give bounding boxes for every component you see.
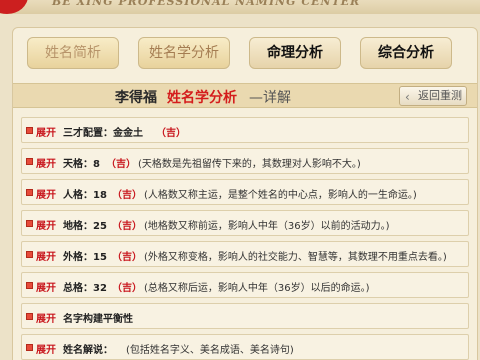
row-label: 姓名解说： bbox=[63, 345, 113, 356]
luck-badge: （吉） bbox=[112, 283, 142, 294]
luck-badge: （吉） bbox=[156, 128, 186, 139]
row-label: 总格：32 bbox=[63, 283, 107, 294]
row-description: (天格数是先祖留传下来的，其数理对人影响不大。) bbox=[138, 159, 361, 170]
luck-badge: （吉） bbox=[112, 221, 142, 232]
title-suffix: —详解 bbox=[249, 90, 291, 106]
detail-row-balance[interactable]: 展开 名字构建平衡性 bbox=[21, 303, 469, 329]
expand-square-icon bbox=[26, 189, 33, 196]
expand-link[interactable]: 展开 bbox=[36, 124, 56, 139]
expand-square-icon bbox=[26, 158, 33, 165]
back-retest-label: 返回重测 bbox=[418, 89, 462, 102]
detail-row-tiange[interactable]: 展开 天格：8 （吉） (天格数是先祖留传下来的，其数理对人影响不大。) bbox=[21, 148, 469, 174]
banner-text: BE XING PROFESSIONAL NAMING CENTER bbox=[52, 0, 361, 8]
row-label: 天格：8 bbox=[63, 159, 100, 170]
section-title-bar: 李得福 姓名学分析 —详解 ‹ 返回重测 bbox=[13, 83, 477, 108]
row-label: 地格：25 bbox=[63, 221, 107, 232]
luck-badge: （吉） bbox=[106, 159, 136, 170]
row-description: (包括姓名字义、美名成语、美名诗句) bbox=[126, 345, 294, 356]
expand-link[interactable]: 展开 bbox=[36, 186, 56, 201]
expand-link[interactable]: 展开 bbox=[36, 279, 56, 294]
expand-link[interactable]: 展开 bbox=[36, 155, 56, 170]
detail-row-explanation[interactable]: 展开 姓名解说： (包括姓名字义、美名成语、美名诗句) bbox=[21, 334, 469, 360]
expand-square-icon bbox=[26, 127, 33, 134]
expand-square-icon bbox=[26, 251, 33, 258]
tab-name-analysis[interactable]: 姓名学分析 bbox=[138, 37, 230, 69]
expand-link[interactable]: 展开 bbox=[36, 248, 56, 263]
row-description: (地格数又称前运，影响人中年（36岁）以前的活动力。) bbox=[144, 221, 390, 232]
detail-row-zongge[interactable]: 展开 总格：32 （吉） (总格又称后运，影响人中年（36岁）以后的命运。) bbox=[21, 272, 469, 298]
expand-square-icon bbox=[26, 282, 33, 289]
tab-comprehensive-analysis[interactable]: 综合分析 bbox=[360, 37, 452, 69]
luck-badge: （吉） bbox=[112, 252, 142, 263]
tab-fate-analysis[interactable]: 命理分析 bbox=[249, 37, 341, 69]
detail-row-renge[interactable]: 展开 人格：18 （吉） (人格数又称主运，是整个姓名的中心点，影响人的一生命运… bbox=[21, 179, 469, 205]
row-description: (外格又称变格，影响人的社交能力、智慧等，其数理不用重点去看。) bbox=[144, 252, 447, 263]
chevron-left-icon: ‹ bbox=[405, 90, 410, 104]
row-description: (总格又称后运，影响人中年（36岁）以后的命运。) bbox=[144, 283, 370, 294]
expand-link[interactable]: 展开 bbox=[36, 341, 56, 356]
person-name: 李得福 bbox=[115, 90, 157, 106]
top-banner: BE XING PROFESSIONAL NAMING CENTER bbox=[0, 0, 480, 14]
main-panel: 姓名简析 姓名学分析 命理分析 综合分析 李得福 姓名学分析 —详解 ‹ 返回重… bbox=[12, 27, 478, 360]
expand-square-icon bbox=[26, 220, 33, 227]
analysis-title: 姓名学分析 bbox=[167, 90, 237, 106]
expand-link[interactable]: 展开 bbox=[36, 310, 56, 325]
detail-row-sancai[interactable]: 展开 三才配置：金金土 （吉） bbox=[21, 117, 469, 143]
row-label: 外格：15 bbox=[63, 252, 107, 263]
detail-row-dige[interactable]: 展开 地格：25 （吉） (地格数又称前运，影响人中年（36岁）以前的活动力。) bbox=[21, 210, 469, 236]
row-description: (人格数又称主运，是整个姓名的中心点，影响人的一生命运。) bbox=[144, 190, 417, 201]
detail-row-waige[interactable]: 展开 外格：15 （吉） (外格又称变格，影响人的社交能力、智慧等，其数理不用重… bbox=[21, 241, 469, 267]
logo-icon bbox=[0, 0, 28, 14]
row-label: 三才配置：金金土 bbox=[63, 128, 143, 139]
tab-name-brief[interactable]: 姓名简析 bbox=[27, 37, 119, 69]
expand-link[interactable]: 展开 bbox=[36, 217, 56, 232]
row-label: 名字构建平衡性 bbox=[63, 314, 133, 325]
luck-badge: （吉） bbox=[112, 190, 142, 201]
back-retest-button[interactable]: ‹ 返回重测 bbox=[399, 86, 467, 106]
row-label: 人格：18 bbox=[63, 190, 107, 201]
expand-square-icon bbox=[26, 344, 33, 351]
expand-square-icon bbox=[26, 313, 33, 320]
